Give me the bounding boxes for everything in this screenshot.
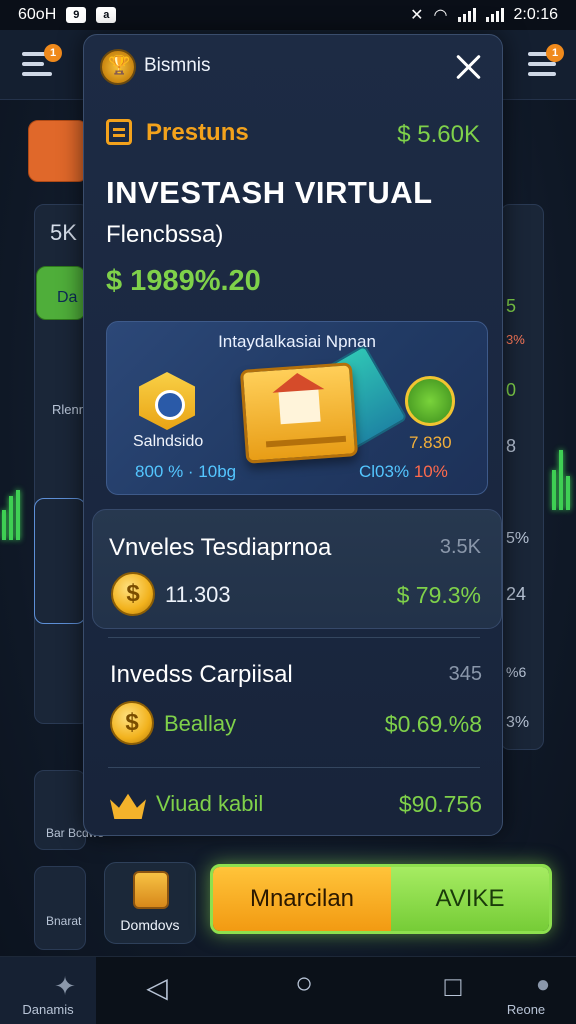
row-sub: Beallay [164, 711, 237, 736]
status-carrier-text: 60oH [18, 6, 57, 23]
banner-right-stat-blue: Cl03% [359, 462, 410, 481]
dollar-coin-icon: $ [111, 572, 155, 616]
modal-header-title: Bismnis [144, 55, 211, 76]
investment-row-2[interactable]: Invedss Carpiisal 345 $ Beallay $0.69.%8 [84, 647, 504, 757]
treasure-chest-icon [133, 871, 169, 909]
banner-left-stat: 800 % · 10bg [135, 462, 237, 481]
green-token-icon [405, 376, 455, 426]
nav-tab-right[interactable]: ● Reone [478, 957, 574, 1024]
diamonds-label: Domdovs [120, 917, 180, 933]
notification-badge-left: 1 [44, 44, 62, 62]
row-title: Vnveles Tesdiaprnoa [109, 534, 332, 561]
nav-recents-button[interactable]: □ [388, 957, 484, 1024]
back-triangle-icon: ◁ [146, 972, 168, 1003]
premium-value: $ 5.60K [397, 121, 480, 148]
bg-green-button-label: Da [57, 289, 78, 306]
premium-icon [106, 119, 132, 145]
banner-left-label: Salndsido [133, 433, 204, 450]
bg-left-label-3: Bnarat [46, 914, 82, 928]
row-sub: Viuad kabil [156, 791, 264, 816]
bg-right-stat-6: 24 [506, 584, 527, 604]
chart-bars-left [2, 490, 20, 540]
row-title: Invedss Carpiisal [110, 661, 293, 688]
home-circle-icon: ○ [294, 967, 314, 1000]
investment-row-3[interactable]: Viuad kabil $90.756 [84, 775, 504, 831]
nav-right-label: Reone [506, 1002, 546, 1017]
mute-icon: ✕ [410, 7, 424, 24]
nav-left-label: Danamis [22, 1002, 74, 1017]
bg-right-stat-3: 0 [506, 380, 517, 400]
bg-right-stat-1: 5 [506, 296, 517, 316]
bg-green-button[interactable]: Da [36, 266, 86, 320]
bg-game-icon[interactable] [28, 120, 88, 182]
bg-right-stat-2: 3% [506, 332, 525, 347]
row-meta: 3.5K [439, 536, 481, 558]
modal-sub-title: Flencbssa) [106, 221, 224, 248]
investment-banner[interactable]: Intaydalkasiai Npnan Salndsido 800 % · 1… [106, 321, 488, 495]
status-bar: 60oH 9 a ✕ ◠ 2:0:16 [0, 0, 576, 30]
crown-icon [110, 793, 146, 819]
investment-modal: Bismnis Prestuns $ 5.60K INVESTASH VIRTU… [83, 34, 503, 836]
row-value: $90.756 [398, 791, 482, 817]
row-sub: 11.303 [165, 582, 231, 607]
trophy-icon [100, 49, 136, 85]
signal-icon-2 [485, 8, 504, 22]
wallet-house-icon [239, 362, 359, 464]
recents-square-icon: □ [444, 971, 462, 1002]
primary-action-button[interactable]: Mnarcilan [213, 867, 391, 931]
bg-left-stat: 5K [50, 220, 77, 245]
wifi-icon: ◠ [433, 7, 448, 24]
row-meta: 345 [448, 663, 482, 685]
divider [108, 637, 480, 638]
modal-main-title: INVESTASH VIRTUAL [106, 175, 433, 210]
navigation-bar: ✦ Danamis ◁ ○ □ ● Reone [0, 956, 576, 1024]
investment-row-1[interactable]: Vnveles Tesdiaprnoa 3.5K $ 11.303 $ 79.3… [92, 509, 502, 629]
notification-badge-right: 1 [546, 44, 564, 62]
diamonds-button[interactable]: Domdovs [104, 862, 196, 944]
nav-tab-left[interactable]: ✦ Danamis [0, 957, 96, 1024]
action-button-group: Mnarcilan AVIKE [210, 864, 552, 934]
close-button[interactable] [452, 51, 484, 83]
status-time: 2:0:16 [513, 6, 558, 23]
secondary-action-button[interactable]: AVIKE [391, 867, 549, 931]
bg-left-selected-card[interactable] [34, 498, 86, 624]
bg-right-stat-8: 3% [506, 714, 530, 731]
nav-back-button[interactable]: ◁ [92, 957, 188, 1024]
total-amount: $ 1989%.20 [106, 265, 261, 297]
banner-right-stat-red: 10% [413, 462, 448, 481]
bg-left-card-3[interactable] [34, 866, 86, 950]
status-app-icon: a [96, 7, 117, 23]
signal-icon [457, 8, 476, 22]
banner-right-stat: Cl03% 10% [359, 462, 448, 482]
bg-right-stat-5: 5% [506, 530, 530, 547]
banner-title: Intaydalkasiai Npnan [218, 332, 376, 351]
bg-left-label-1: Rlenr [52, 402, 84, 417]
banner-right-value: 7.830 [409, 433, 452, 452]
bg-right-stat-4: 8 [506, 436, 517, 456]
dollar-coin-icon: $ [110, 701, 154, 745]
premium-label: Prestuns [146, 119, 249, 146]
row-value: $ 79.3% [396, 582, 481, 608]
bg-right-stat-7: %6 [506, 664, 527, 680]
divider [108, 767, 480, 768]
row-value: $0.69.%8 [384, 711, 482, 737]
status-notification-icon: 9 [66, 7, 87, 23]
chart-bars-right [552, 450, 570, 510]
nav-home-button[interactable]: ○ [240, 957, 336, 1024]
shield-coin-icon [139, 372, 195, 430]
